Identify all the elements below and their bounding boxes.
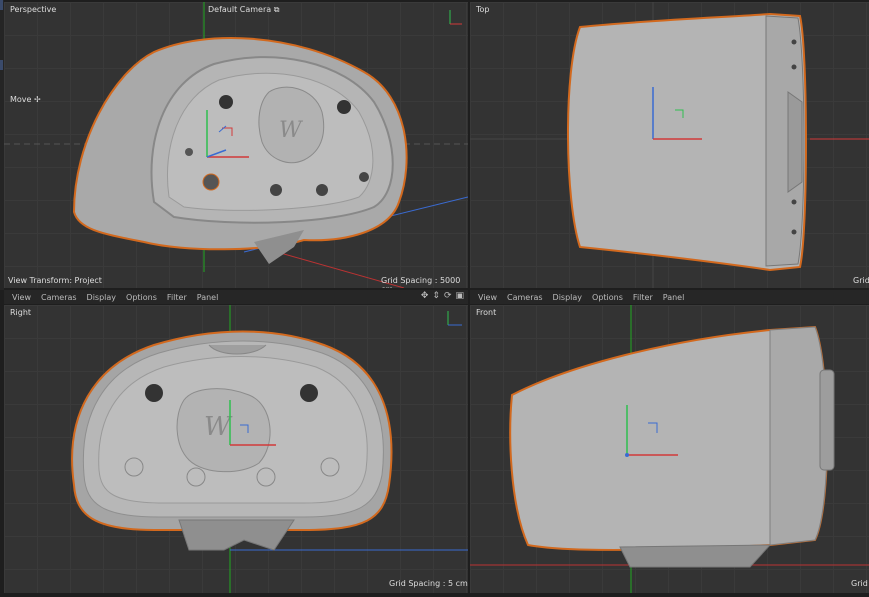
menu-filter[interactable]: Filter	[167, 293, 187, 302]
zoom-icon[interactable]: ⇕	[432, 291, 440, 301]
svg-text:W: W	[279, 118, 304, 143]
rotate-icon[interactable]: ⟳	[444, 291, 452, 301]
move-tool-label: Move ✢	[10, 95, 41, 104]
tool-marker[interactable]	[0, 60, 3, 70]
menu-cameras[interactable]: Cameras	[507, 293, 543, 302]
svg-text:W: W	[204, 412, 233, 442]
camera-name: Default Camera	[208, 5, 272, 14]
cinema4d-viewport-layout: W Perspective Default Camera ⧉ Move ✢ Vi…	[0, 0, 869, 597]
grid-spacing-label: Grid	[853, 276, 869, 285]
top-scene	[470, 2, 869, 288]
perspective-scene: W	[4, 2, 468, 288]
viewport-nav-icons: ✥ ⇕ ⟳ ▣	[421, 291, 464, 301]
viewport-label: Front	[476, 308, 497, 317]
menu-panel[interactable]: Panel	[663, 293, 685, 302]
maximize-icon[interactable]: ▣	[455, 291, 464, 301]
perspective-viewport[interactable]: W Perspective Default Camera ⧉ Move ✢ Vi…	[4, 2, 468, 288]
front-viewport[interactable]: Front Grid	[470, 305, 869, 593]
viewport-label: Top	[476, 5, 490, 14]
left-tool-strip	[0, 0, 4, 290]
menu-cameras[interactable]: Cameras	[41, 293, 77, 302]
right-viewport[interactable]: W Right Grid Spacing : 5 cm	[4, 305, 468, 593]
camera-selector[interactable]: Default Camera ⧉	[208, 5, 279, 15]
grid-spacing-label: Grid Spacing : 5 cm	[389, 579, 468, 588]
menu-view[interactable]: View	[478, 293, 497, 302]
top-viewport[interactable]: Top Grid	[470, 2, 869, 288]
tool-marker[interactable]	[0, 0, 3, 10]
camera-icon: ⧉	[273, 5, 280, 14]
move-icon: ✢	[34, 95, 41, 104]
menu-view[interactable]: View	[12, 293, 31, 302]
pan-icon[interactable]: ✥	[421, 291, 429, 301]
grid-spacing-label: Grid Spacing : 5000 cm	[381, 276, 461, 288]
menu-options[interactable]: Options	[126, 293, 157, 302]
viewport-label: Right	[10, 308, 32, 317]
view-transform-label: View Transform: Project	[8, 276, 102, 285]
menu-options[interactable]: Options	[592, 293, 623, 302]
move-label: Move	[10, 95, 32, 104]
viewport-label: Perspective	[10, 5, 57, 14]
front-scene	[470, 305, 869, 593]
right-scene: W	[71, 305, 468, 593]
front-viewport-menubar: View Cameras Display Options Filter Pane…	[470, 290, 869, 304]
right-viewport-menubar: View Cameras Display Options Filter Pane…	[4, 290, 468, 304]
menu-panel[interactable]: Panel	[197, 293, 219, 302]
grid-spacing-label: Grid	[851, 579, 868, 588]
menu-display[interactable]: Display	[553, 293, 583, 302]
menu-display[interactable]: Display	[87, 293, 117, 302]
menu-filter[interactable]: Filter	[633, 293, 653, 302]
